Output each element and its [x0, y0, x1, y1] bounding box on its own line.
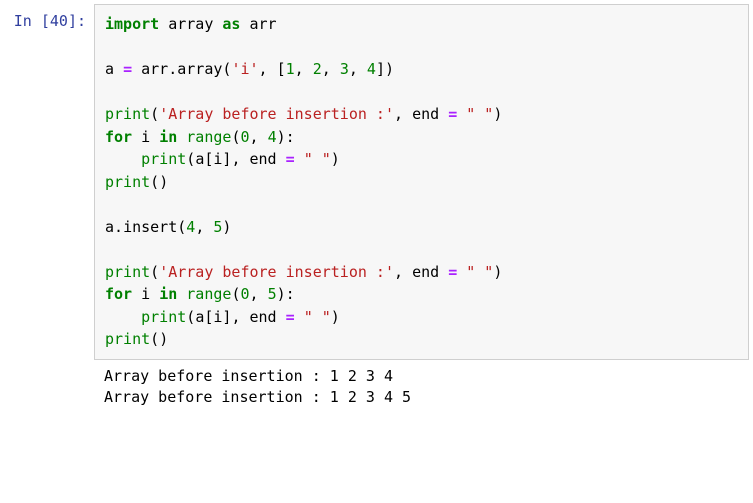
colon: : — [286, 128, 295, 146]
stdout-output: Array before insertion : 1 2 3 4 Array b… — [94, 360, 749, 416]
range: range — [186, 285, 231, 303]
num-4c: 4 — [186, 218, 195, 236]
str-before: 'Array before insertion :' — [159, 263, 394, 281]
comma: , — [259, 60, 268, 78]
kw-in: in — [159, 128, 177, 146]
var-i: i — [141, 285, 150, 303]
print-empty: print — [105, 173, 150, 191]
range: range — [186, 128, 231, 146]
str-space: " " — [304, 150, 331, 168]
num-3: 3 — [340, 60, 349, 78]
comma: , — [394, 105, 403, 123]
str-i: 'i' — [231, 60, 258, 78]
num-4: 4 — [367, 60, 376, 78]
lparen: ( — [186, 150, 195, 168]
kw-for: for — [105, 128, 132, 146]
input-prompt: In [40]: — [4, 4, 94, 360]
str-space: " " — [466, 105, 493, 123]
mod-array: array — [168, 15, 213, 33]
kwarg-end: end — [250, 308, 277, 326]
op-eq: = — [448, 263, 457, 281]
output-line-1: Array before insertion : 1 2 3 4 — [104, 367, 402, 385]
code-input[interactable]: import array as arr a = arr.array('i', [… — [94, 4, 749, 360]
rparen: ) — [493, 105, 502, 123]
indent — [105, 150, 141, 168]
lparen: ( — [150, 173, 159, 191]
rparen: ) — [277, 285, 286, 303]
str-space: " " — [304, 308, 331, 326]
kw-for: for — [105, 285, 132, 303]
lparen: ( — [150, 330, 159, 348]
comma: , — [322, 60, 331, 78]
dot: . — [168, 60, 177, 78]
output-cell: Array before insertion : 1 2 3 4 Array b… — [4, 360, 749, 416]
call-array: array — [177, 60, 222, 78]
colon: : — [286, 285, 295, 303]
insert: insert — [123, 218, 177, 236]
num-0b: 0 — [240, 285, 249, 303]
list-open: [ — [277, 60, 286, 78]
op-eq: = — [286, 150, 295, 168]
list-close: ] — [376, 60, 385, 78]
kw-in: in — [159, 285, 177, 303]
rparen: ) — [277, 128, 286, 146]
print: print — [105, 263, 150, 281]
lparen: ( — [150, 105, 159, 123]
output-line-2: Array before insertion : 1 2 3 4 5 — [104, 388, 420, 406]
indent — [105, 308, 141, 326]
prompt-in-open: In [ — [14, 12, 50, 30]
a-sub-i: a[i] — [195, 308, 231, 326]
code-cell: In [40]: import array as arr a = arr.arr… — [4, 4, 749, 360]
kw-as: as — [222, 15, 240, 33]
kwarg-end: end — [412, 263, 439, 281]
prompt-number: 40 — [50, 12, 68, 30]
a-sub-i: a[i] — [195, 150, 231, 168]
lparen: ( — [186, 308, 195, 326]
num-4b: 4 — [268, 128, 277, 146]
print: print — [105, 105, 150, 123]
kw-import: import — [105, 15, 159, 33]
dot: . — [114, 218, 123, 236]
rparen: ) — [493, 263, 502, 281]
kwarg-end: end — [250, 150, 277, 168]
rparen: ) — [385, 60, 394, 78]
comma: , — [231, 150, 240, 168]
comma: , — [394, 263, 403, 281]
comma: , — [250, 285, 259, 303]
print-inner: print — [141, 308, 186, 326]
var-a: a — [105, 60, 114, 78]
output-prompt — [4, 360, 94, 416]
print-inner: print — [141, 150, 186, 168]
print-empty: print — [105, 330, 150, 348]
alias-arr: arr — [250, 15, 277, 33]
str-before: 'Array before insertion :' — [159, 105, 394, 123]
num-5b: 5 — [268, 285, 277, 303]
comma: , — [195, 218, 204, 236]
rparen: ) — [331, 150, 340, 168]
prompt-in-close: ]: — [68, 12, 86, 30]
op-eq: = — [448, 105, 457, 123]
lparen: ( — [177, 218, 186, 236]
op-eq: = — [123, 60, 132, 78]
num-2: 2 — [313, 60, 322, 78]
comma: , — [250, 128, 259, 146]
var-i: i — [141, 128, 150, 146]
kwarg-end: end — [412, 105, 439, 123]
rparen: ) — [159, 330, 168, 348]
op-eq: = — [286, 308, 295, 326]
comma: , — [231, 308, 240, 326]
lparen: ( — [150, 263, 159, 281]
name-arr: arr — [141, 60, 168, 78]
num-0: 0 — [240, 128, 249, 146]
comma: , — [295, 60, 304, 78]
num-1: 1 — [286, 60, 295, 78]
rparen: ) — [331, 308, 340, 326]
comma: , — [349, 60, 358, 78]
rparen: ) — [159, 173, 168, 191]
rparen: ) — [222, 218, 231, 236]
var-a: a — [105, 218, 114, 236]
str-space: " " — [466, 263, 493, 281]
